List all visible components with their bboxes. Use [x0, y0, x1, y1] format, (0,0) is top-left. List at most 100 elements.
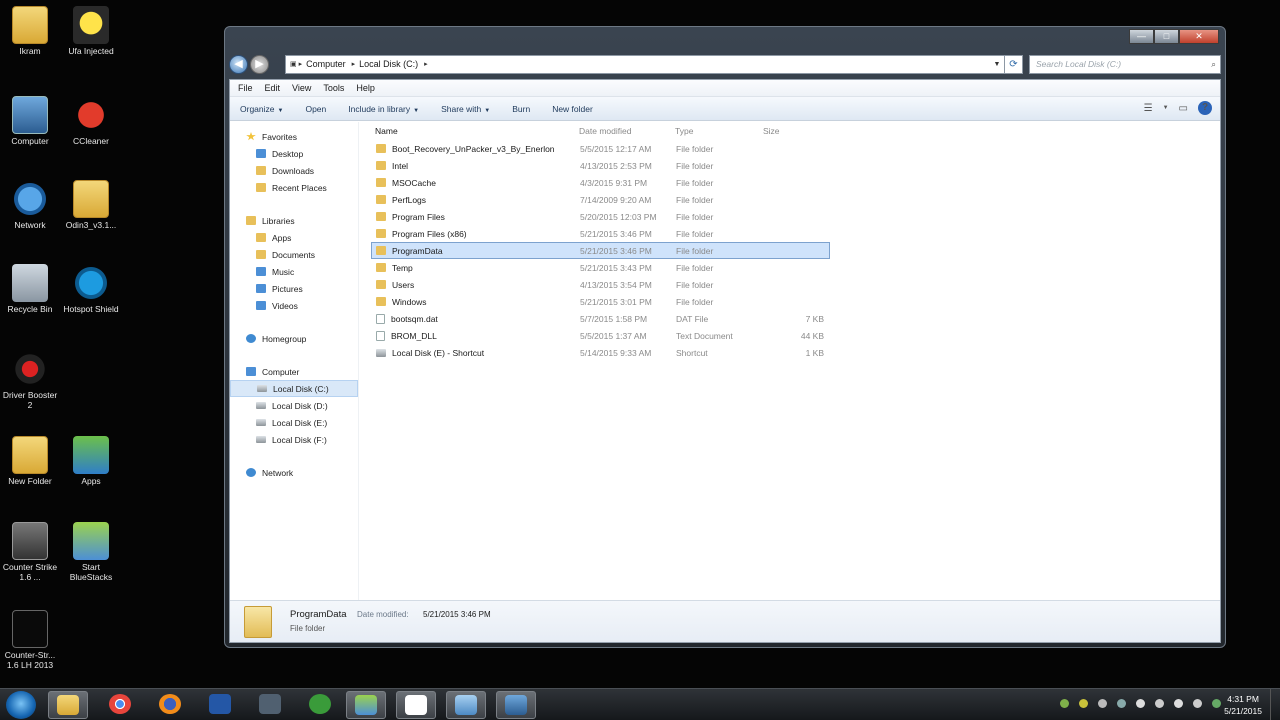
menu-file[interactable]: File	[238, 83, 253, 93]
file-row[interactable]: Users 4/13/2015 3:54 PM File folder	[371, 276, 830, 293]
desktop-icon-label: Start BlueStacks	[69, 562, 113, 582]
nav-desktop[interactable]: Desktop	[230, 145, 358, 162]
tray-icon[interactable]	[1060, 699, 1069, 708]
desktop-icon-driver-booster[interactable]: Driver Booster 2	[0, 350, 60, 410]
file-row[interactable]: Program Files 5/20/2015 12:03 PM File fold…	[371, 208, 830, 225]
nav-computer[interactable]: Computer	[230, 363, 358, 380]
taskbar-ccleaner[interactable]	[396, 691, 436, 719]
close-button[interactable]: ✕	[1179, 29, 1219, 44]
help-icon[interactable]: ?	[1198, 101, 1212, 115]
taskbar-chrome[interactable]	[100, 691, 140, 719]
open-button[interactable]: Open	[305, 104, 326, 114]
breadcrumb-computer[interactable]: Computer	[306, 59, 346, 69]
file-row[interactable]: BROM_DLL 5/5/2015 1:37 AM Text Document 44 …	[371, 327, 830, 344]
address-bar[interactable]: ▣ ▸ Computer ▸ Local Disk (C:) ▸ ▼	[285, 54, 1005, 74]
taskbar-app-hd[interactable]	[200, 691, 240, 719]
back-button[interactable]: ◀	[229, 54, 248, 74]
file-row[interactable]: PerfLogs 7/14/2009 9:20 AM File folder	[371, 191, 830, 208]
taskbar-firefox[interactable]	[150, 691, 190, 719]
file-row[interactable]: Temp 5/21/2015 3:43 PM File folder	[371, 259, 830, 276]
preview-pane-icon[interactable]: ▭	[1179, 103, 1188, 114]
column-header-date[interactable]: Date modified	[579, 126, 675, 136]
nav-documents[interactable]: Documents	[230, 246, 358, 263]
chevron-down-icon[interactable]: ▼	[990, 61, 1004, 68]
search-input[interactable]: Search Local Disk (C:) ⌕	[1029, 54, 1221, 74]
start-button[interactable]	[6, 691, 36, 719]
menu-help[interactable]: Help	[356, 83, 375, 93]
nav-videos[interactable]: Videos	[230, 297, 358, 314]
desktop-icon-counter-strike-lh[interactable]: Counter-Str... 1.6 LH 2013	[0, 610, 60, 670]
desktop-icon-apps[interactable]: Apps	[61, 436, 121, 486]
tray-icon[interactable]	[1136, 699, 1145, 708]
file-row[interactable]: MSOCache 4/3/2015 9:31 PM File folder	[371, 174, 830, 191]
taskbar-bluestacks[interactable]	[346, 691, 386, 719]
nav-local-disk-c[interactable]: Local Disk (C:)	[230, 380, 358, 397]
nav-homegroup[interactable]: Homegroup	[230, 330, 358, 347]
nav-libraries[interactable]: Libraries	[230, 212, 358, 229]
desktop-icon-ufa-injected[interactable]: Ufa Injected	[61, 6, 121, 56]
menu-tools[interactable]: Tools	[323, 83, 344, 93]
nav-favorites[interactable]: Favorites	[230, 128, 358, 145]
clock[interactable]: 4:31 PM 5/21/2015	[1224, 693, 1262, 717]
desktop-icon-recycle-bin[interactable]: Recycle Bin	[0, 264, 60, 314]
file-row[interactable]: Boot_Recovery_UnPacker_v3_By_Enerlon 5/5/…	[371, 140, 830, 157]
change-view-icon[interactable]: ☰	[1144, 103, 1153, 114]
tray-icon[interactable]	[1079, 699, 1088, 708]
desktop-icon-counter-strike[interactable]: Counter Strike 1.6 ...	[0, 522, 60, 582]
file-row[interactable]: Windows 5/21/2015 3:01 PM File folder	[371, 293, 830, 310]
minimize-button[interactable]: —	[1129, 29, 1154, 44]
taskbar-app-network[interactable]	[250, 691, 290, 719]
chevron-down-icon[interactable]: ▼	[1163, 105, 1169, 111]
nav-downloads[interactable]: Downloads	[230, 162, 358, 179]
file-row[interactable]: bootsqm.dat 5/7/2015 1:58 PM DAT File 7 KB	[371, 310, 830, 327]
nav-label: Local Disk (C:)	[273, 383, 329, 394]
column-header-name[interactable]: Name	[371, 126, 579, 136]
desktop-icon-network[interactable]: Network	[0, 180, 60, 230]
file-row[interactable]: Local Disk (E) - Shortcut 5/14/2015 9:33 …	[371, 344, 830, 361]
nav-local-disk-d[interactable]: Local Disk (D:)	[230, 397, 358, 414]
volume-icon[interactable]	[1174, 699, 1183, 708]
refresh-icon[interactable]: ⟳	[1005, 54, 1023, 74]
taskbar-explorer[interactable]	[48, 691, 88, 719]
desktop-icon-label: Ufa Injected	[68, 46, 114, 56]
maximize-button[interactable]: □	[1154, 29, 1179, 44]
tray-icon[interactable]	[1117, 699, 1126, 708]
file-row[interactable]: Intel 4/13/2015 2:53 PM File folder	[371, 157, 830, 174]
nav-music[interactable]: Music	[230, 263, 358, 280]
file-row-selected[interactable]: ProgramData 5/21/2015 3:46 PM File folder	[371, 242, 830, 259]
nav-local-disk-e[interactable]: Local Disk (E:)	[230, 414, 358, 431]
nav-network[interactable]: Network	[230, 464, 358, 481]
organize-button[interactable]: Organize ▼	[240, 104, 283, 114]
menu-edit[interactable]: Edit	[265, 83, 281, 93]
forward-button[interactable]: ▶	[250, 54, 269, 74]
taskbar-explorer-2[interactable]	[446, 691, 486, 719]
nav-pictures[interactable]: Pictures	[230, 280, 358, 297]
desktop-icon-hotspot-shield[interactable]: Hotspot Shield	[61, 264, 121, 314]
desktop-icon-ccleaner[interactable]: CCleaner	[61, 96, 121, 146]
nav-local-disk-f[interactable]: Local Disk (F:)	[230, 431, 358, 448]
tray-icon[interactable]	[1155, 699, 1164, 708]
show-desktop-button[interactable]	[1270, 689, 1280, 720]
file-row[interactable]: Program Files (x86) 5/21/2015 3:46 PM File…	[371, 225, 830, 242]
nav-apps[interactable]: Apps	[230, 229, 358, 246]
desktop-icon-odin[interactable]: Odin3_v3.1...	[61, 180, 121, 230]
include-in-library-button[interactable]: Include in library ▼	[348, 104, 419, 114]
share-with-button[interactable]: Share with ▼	[441, 104, 490, 114]
desktop-icon-new-folder[interactable]: New Folder	[0, 436, 60, 486]
burn-button[interactable]: Burn	[512, 104, 530, 114]
column-header-type[interactable]: Type	[675, 126, 763, 136]
tray-icon[interactable]	[1212, 699, 1221, 708]
menu-view[interactable]: View	[292, 83, 311, 93]
column-header-size[interactable]: Size	[763, 126, 823, 136]
network-tray-icon[interactable]	[1193, 699, 1202, 708]
desktop-icon-ikram[interactable]: Ikram	[0, 6, 60, 56]
desktop-icon-bluestacks[interactable]: Start BlueStacks	[61, 522, 121, 582]
tray-icon[interactable]	[1098, 699, 1107, 708]
search-icon[interactable]: ⌕	[1211, 59, 1216, 70]
taskbar-app-computer[interactable]	[496, 691, 536, 719]
nav-recent-places[interactable]: Recent Places	[230, 179, 358, 196]
breadcrumb-local-disk-c[interactable]: Local Disk (C:)	[359, 59, 418, 69]
new-folder-button[interactable]: New folder	[552, 104, 593, 114]
desktop-icon-computer[interactable]: Computer	[0, 96, 60, 146]
taskbar-app-green[interactable]	[300, 691, 340, 719]
